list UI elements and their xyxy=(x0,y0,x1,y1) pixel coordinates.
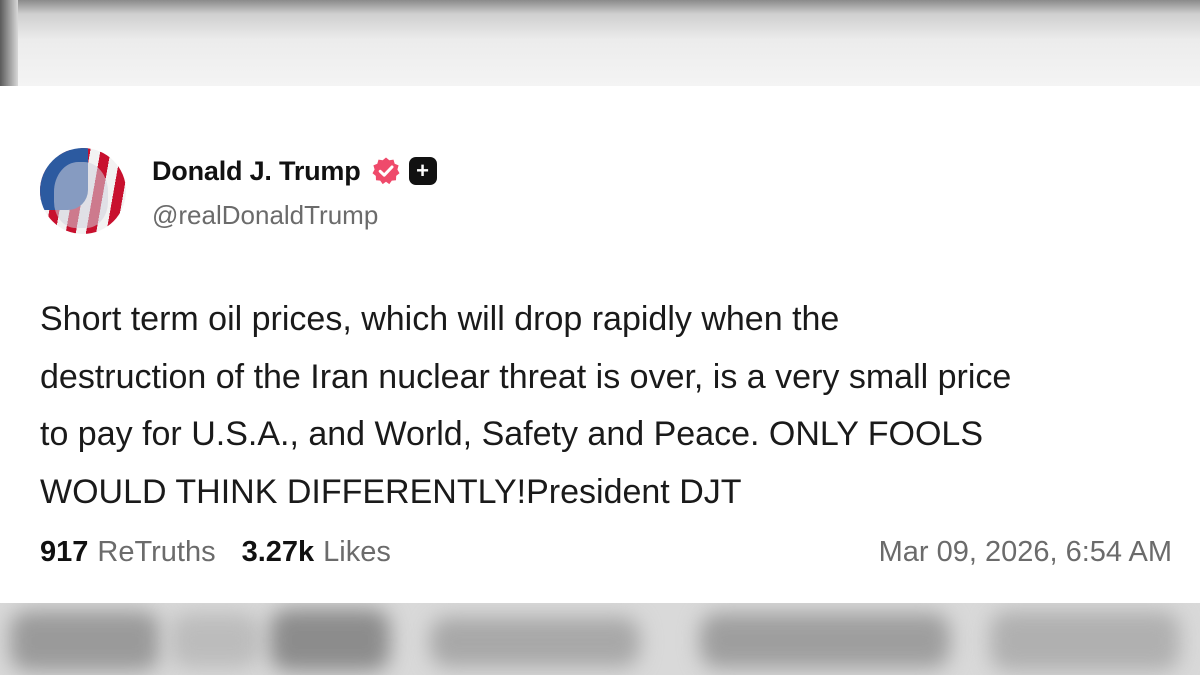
screenshot-frame: Donald J. Trump + @realDonaldTrump Short… xyxy=(0,0,1200,675)
author-avatar[interactable] xyxy=(40,148,126,234)
plus-badge-icon: + xyxy=(408,157,437,185)
blurred-shape xyxy=(170,613,260,668)
post-text-line: Short term oil prices, which will drop r… xyxy=(40,300,840,338)
blurred-shape xyxy=(10,611,160,671)
post-timestamp[interactable]: Mar 09, 2026, 6:54 AM xyxy=(879,536,1172,569)
retruths-label[interactable]: ReTruths xyxy=(97,536,215,569)
author-name-row: Donald J. Trump + xyxy=(152,154,437,188)
post-card: Donald J. Trump + @realDonaldTrump Short… xyxy=(0,86,1200,603)
blurred-shape xyxy=(700,613,950,668)
likes-label[interactable]: Likes xyxy=(323,536,391,569)
blurred-background-bottom xyxy=(0,603,1200,675)
blurred-edge xyxy=(0,0,18,86)
post-text-line: to pay for U.S.A., and World, Safety and… xyxy=(40,415,984,453)
post-stats: 917 ReTruths 3.27k Likes xyxy=(40,536,391,569)
retruths-count[interactable]: 917 xyxy=(40,536,88,569)
blurred-background-top xyxy=(0,0,1200,86)
author-handle[interactable]: @realDonaldTrump xyxy=(152,200,378,231)
blurred-shape xyxy=(270,609,390,671)
blurred-shape xyxy=(430,617,640,667)
post-text-line: WOULD THINK DIFFERENTLY!President DJT xyxy=(40,472,742,511)
plus-badge-glyph: + xyxy=(416,158,429,183)
likes-count[interactable]: 3.27k xyxy=(242,536,315,569)
post-text-line: destruction of the Iran nuclear threat i… xyxy=(40,357,1012,396)
verified-badge-icon xyxy=(372,157,400,185)
avatar-face xyxy=(54,162,108,228)
blurred-shape xyxy=(990,611,1180,671)
author-display-name[interactable]: Donald J. Trump xyxy=(152,156,361,187)
post-body: Short term oil prices, which will drop r… xyxy=(40,291,1180,521)
